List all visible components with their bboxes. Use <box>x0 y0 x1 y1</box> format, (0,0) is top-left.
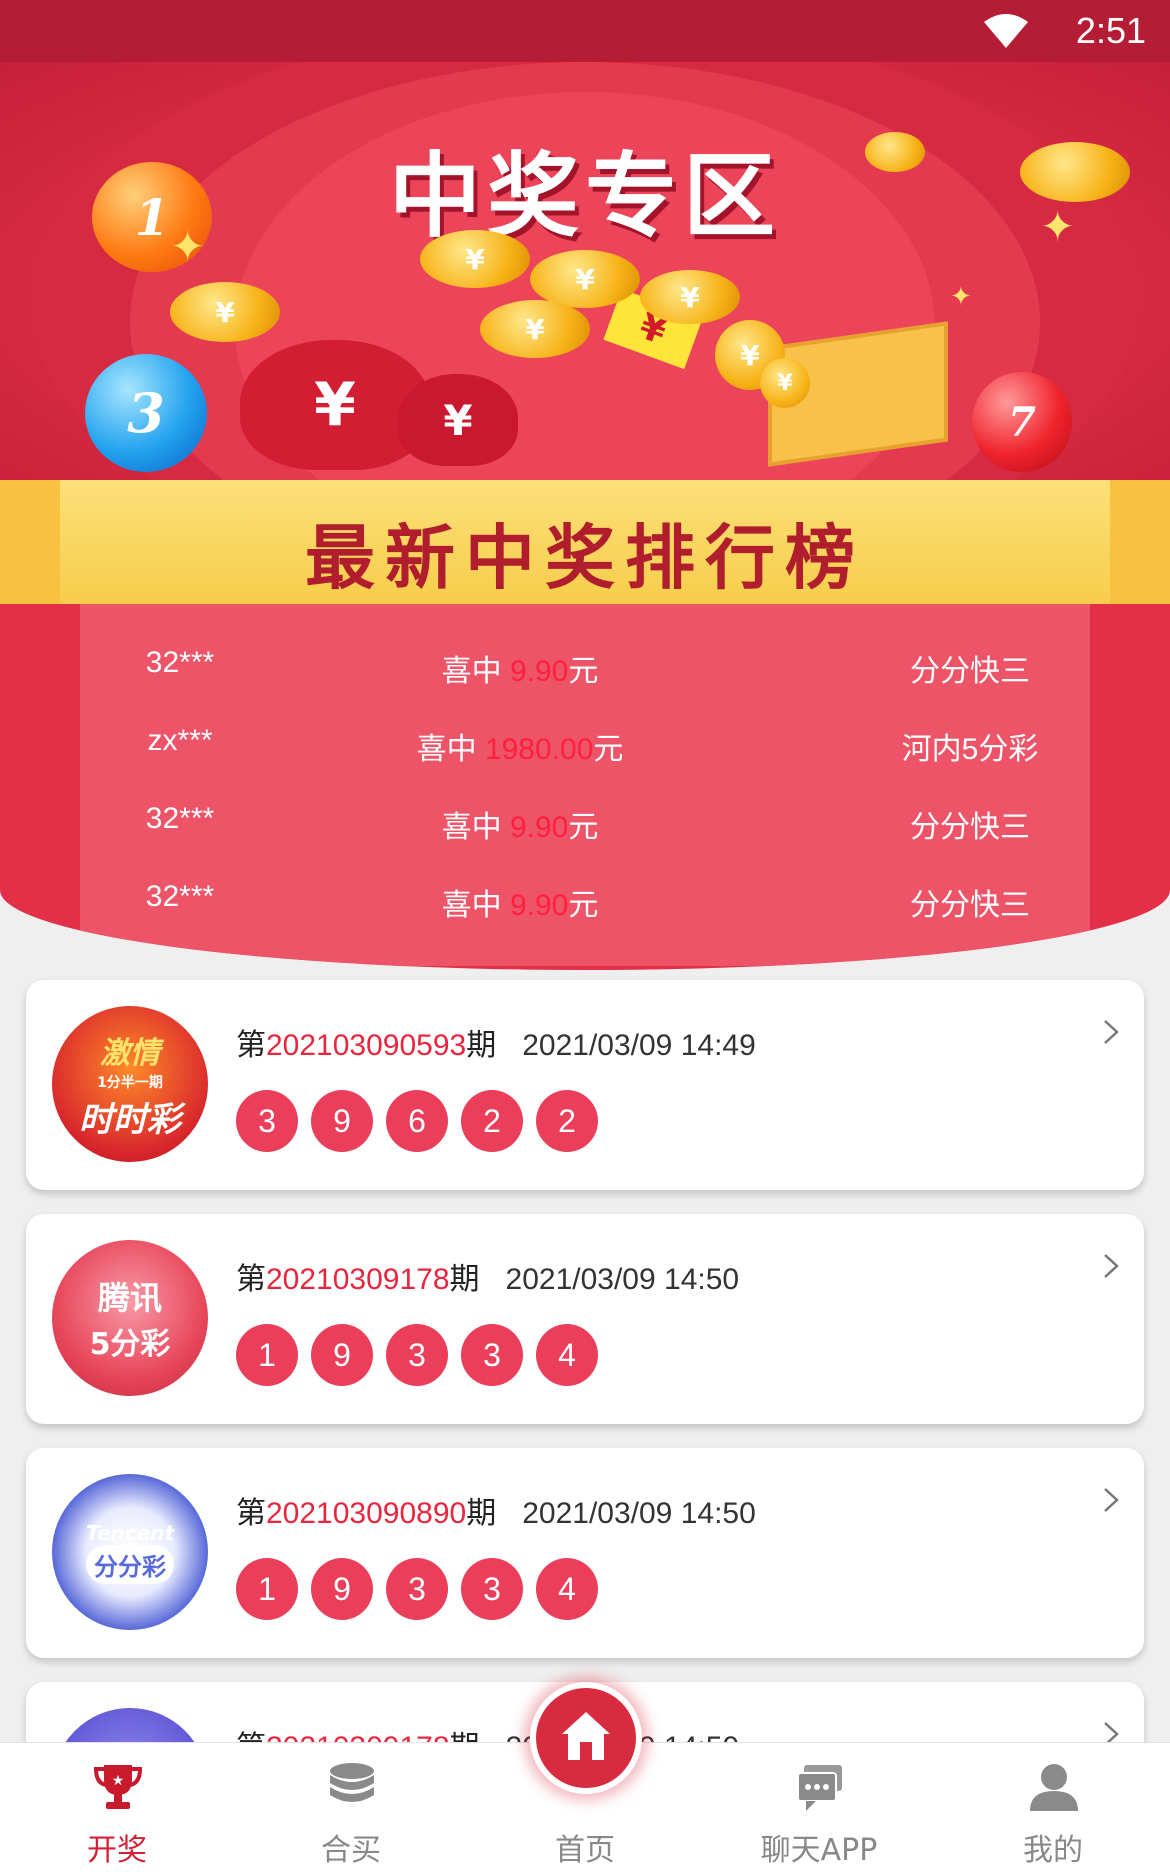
svg-text:★: ★ <box>112 1773 125 1789</box>
coin-icon: ¥ <box>420 230 530 288</box>
home-button[interactable] <box>530 1682 642 1794</box>
sparkle-icon: ✦ <box>950 282 972 312</box>
winner-prize: 喜中 9.90元 <box>441 889 599 922</box>
coin-icon: ¥ <box>640 270 740 324</box>
nav-item-draw[interactable]: ★ 开奖 <box>0 1743 234 1872</box>
number-ball: 4 <box>536 1558 598 1620</box>
number-ball: 3 <box>461 1324 523 1386</box>
ranking-row: 32*** 喜中 9.90元 分分快三 <box>80 782 1090 860</box>
money-bag-icon: ¥ <box>398 374 518 466</box>
nav-label: 首页 <box>555 1833 615 1868</box>
number-ball: 9 <box>311 1090 373 1152</box>
number-ball: 3 <box>386 1558 448 1620</box>
nav-label: 我的 <box>1023 1833 1083 1868</box>
lottery-result-card[interactable]: 激情 1分半一期 时时彩 第202103090593期 2021/03/09 14… <box>26 980 1144 1190</box>
chat-icon <box>797 1765 842 1811</box>
winner-game: 分分快三 <box>910 889 1030 922</box>
ranking-area: 32*** 喜中 9.90元 分分快三 zx*** 喜中 1980.00元 河内… <box>0 604 1170 970</box>
ranking-row: 32*** 喜中 9.90元 分分快三 <box>80 626 1090 704</box>
lottery-logo: 激情 1分半一期 时时彩 <box>52 1006 208 1162</box>
coin-icon: ¥ <box>760 358 810 408</box>
lottery-result-card[interactable]: Tencent 分分彩 第202103090890期 2021/03/09 14:… <box>26 1448 1144 1658</box>
prize-amount: 9.90 <box>509 889 569 922</box>
nav-item-chat[interactable]: 聊天APP <box>702 1743 936 1872</box>
winner-prize: 喜中 9.90元 <box>441 811 599 844</box>
prize-amount: 9.90 <box>509 811 569 844</box>
winner-prize: 喜中 9.90元 <box>441 655 599 688</box>
number-ball: 4 <box>536 1324 598 1386</box>
nav-item-profile[interactable]: 我的 <box>936 1743 1170 1872</box>
winning-numbers: 3 9 6 2 2 <box>236 1090 611 1152</box>
nav-label: 开奖 <box>87 1833 147 1868</box>
winner-user: zx*** <box>147 724 213 757</box>
ranking-row: 32*** 喜中 9.90元 分分快三 <box>80 860 1090 938</box>
winner-game: 分分快三 <box>910 655 1030 688</box>
ranking-list: 32*** 喜中 9.90元 分分快三 zx*** 喜中 1980.00元 河内… <box>80 604 1090 966</box>
coin-icon <box>1020 142 1130 202</box>
coin-icon: ¥ <box>170 282 280 342</box>
sparkle-icon: ✦ <box>170 222 206 271</box>
draw-time: 2021/03/09 14:50 <box>505 1263 740 1296</box>
sparkle-icon: ✦ <box>1040 202 1076 251</box>
issue-info: 第202103090593期 2021/03/09 14:49 <box>236 1029 756 1062</box>
chevron-right-icon <box>1104 1254 1119 1278</box>
winning-numbers: 1 9 3 3 4 <box>236 1558 611 1620</box>
chevron-right-icon <box>1104 1488 1119 1512</box>
trophy-icon: ★ <box>93 1765 143 1809</box>
number-ball: 1 <box>236 1558 298 1620</box>
wifi-icon <box>984 14 1028 48</box>
ranking-title: 最新中奖排行榜 <box>305 517 865 599</box>
nav-item-group-buy[interactable]: 合买 <box>234 1743 468 1872</box>
number-ball: 3 <box>236 1090 298 1152</box>
issue-number: 202103090890 <box>266 1497 467 1530</box>
coin-icon <box>865 132 925 172</box>
lottery-result-card[interactable]: 腾讯 5分彩 第20210309178期 2021/03/09 14:50 1 9… <box>26 1214 1144 1424</box>
prize-amount: 9.90 <box>509 655 569 688</box>
lottery-logo: 腾讯 5分彩 <box>52 1240 208 1396</box>
ranking-banner: 最新中奖排行榜 <box>0 480 1170 604</box>
issue-number: 20210309178 <box>266 1263 450 1296</box>
winner-game: 分分快三 <box>910 811 1030 844</box>
lottery-ball: 7 <box>972 372 1072 472</box>
winner-user: 32*** <box>145 646 215 679</box>
user-icon <box>1030 1764 1078 1811</box>
nav-label: 合买 <box>321 1833 381 1868</box>
status-time: 2:51 <box>1075 10 1146 51</box>
number-ball: 9 <box>311 1558 373 1620</box>
coin-icon: ¥ <box>480 300 590 358</box>
number-ball: 3 <box>386 1324 448 1386</box>
winning-numbers: 1 9 3 3 4 <box>236 1324 611 1386</box>
winner-game: 河内5分彩 <box>901 733 1039 766</box>
ranking-row: zx*** 喜中 1980.00元 河内5分彩 <box>80 704 1090 782</box>
home-icon <box>562 1712 610 1760</box>
number-ball: 6 <box>386 1090 448 1152</box>
prize-amount: 1980.00 <box>484 733 594 766</box>
number-ball: 2 <box>461 1090 523 1152</box>
issue-info: 第202103090890期 2021/03/09 14:50 <box>236 1497 756 1530</box>
status-bar: 2:51 <box>0 0 1170 62</box>
chevron-right-icon <box>1104 1020 1119 1044</box>
lottery-ball: 3 <box>85 354 207 472</box>
number-ball: 2 <box>536 1090 598 1152</box>
issue-info: 第20210309178期2021/03/09 14:50 <box>236 1263 740 1296</box>
coin-icon: ¥ <box>530 250 640 308</box>
hero-banner[interactable]: 中奖专区 1 3 7 ✦ ✦ ✦ ¥ ¥ ¥ ¥ ¥ ¥ ¥ ¥ ¥ ¥ <box>0 62 1170 480</box>
issue-number: 202103090593 <box>266 1029 467 1062</box>
coin-stack-icon <box>330 1763 374 1802</box>
winner-user: 32*** <box>145 880 215 913</box>
draw-time: 2021/03/09 14:49 <box>522 1029 756 1062</box>
winner-user: 32*** <box>145 802 215 835</box>
lottery-logo: Tencent 分分彩 <box>52 1474 208 1630</box>
winner-prize: 喜中 1980.00元 <box>416 733 624 766</box>
number-ball: 3 <box>461 1558 523 1620</box>
number-ball: 1 <box>236 1324 298 1386</box>
draw-time: 2021/03/09 14:50 <box>522 1497 756 1530</box>
number-ball: 9 <box>311 1324 373 1386</box>
nav-label: 聊天APP <box>760 1833 878 1868</box>
